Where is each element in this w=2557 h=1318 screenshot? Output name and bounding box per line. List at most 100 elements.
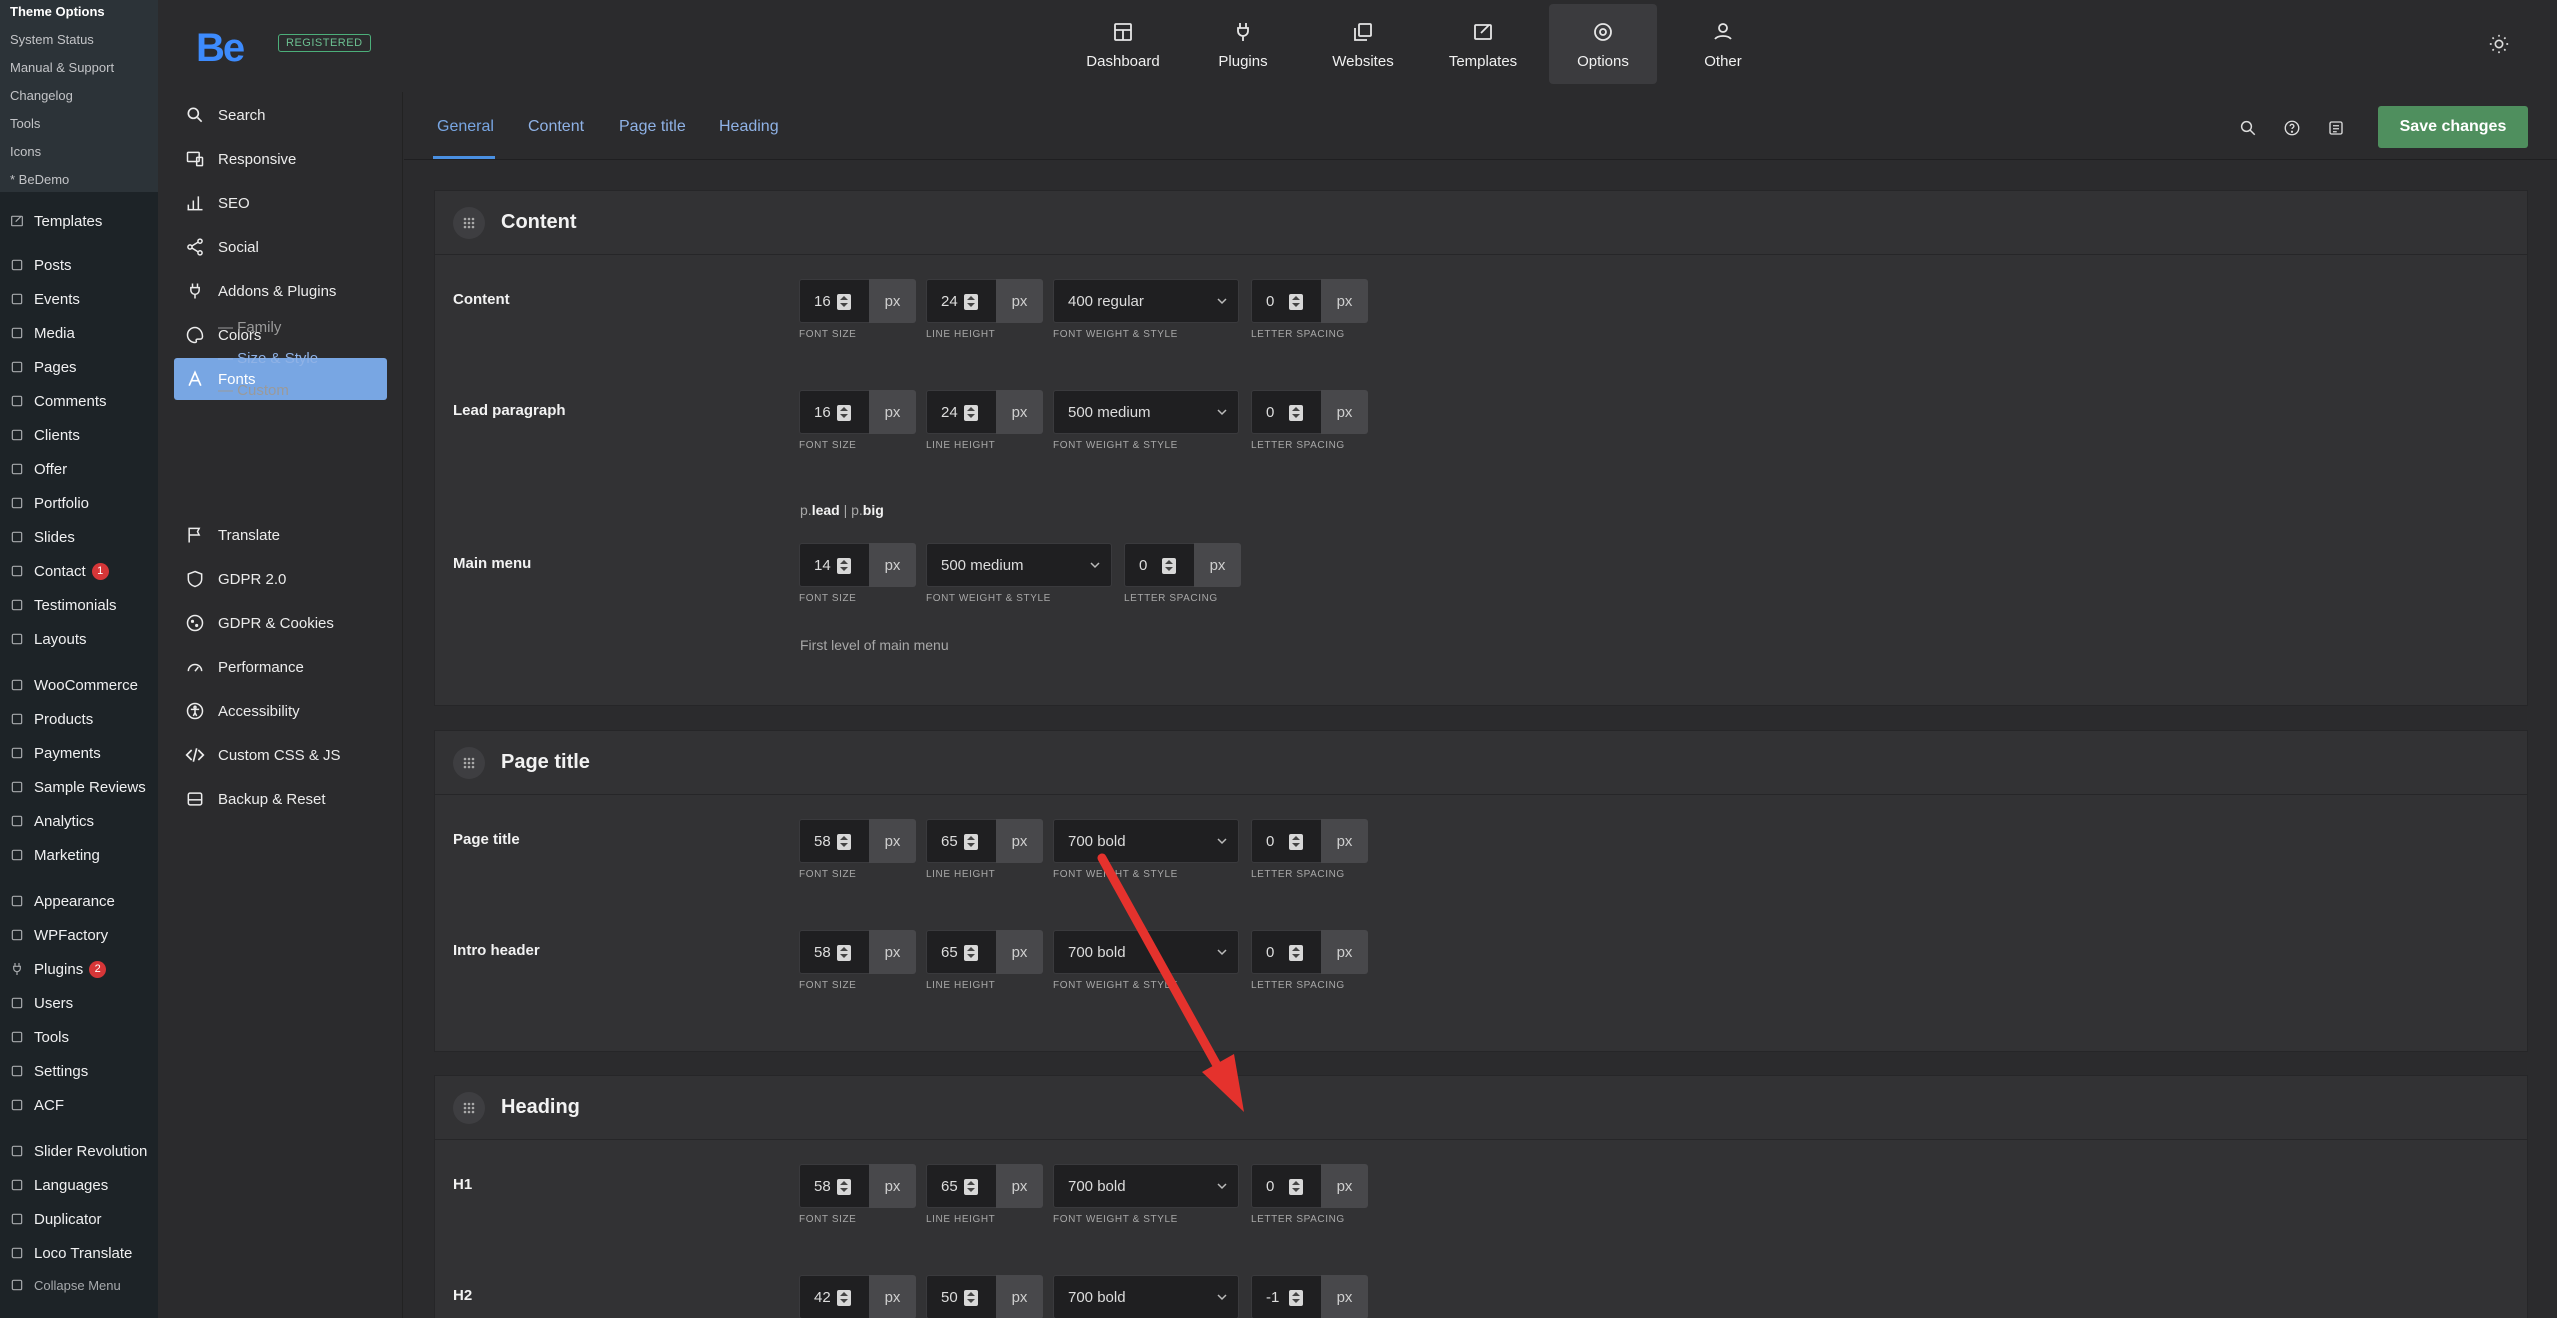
stepper-icon[interactable] (1289, 1179, 1303, 1195)
wp-menu-slides[interactable]: Slides (8, 524, 158, 550)
options-nav-performance[interactable]: Performance (174, 646, 387, 688)
wp-menu-clients[interactable]: Clients (8, 422, 158, 448)
stepper-icon[interactable] (1289, 945, 1303, 961)
wp-menu-analytics[interactable]: Analytics (8, 808, 158, 834)
font-size-field-input[interactable]: 14 (799, 543, 869, 587)
wp-menu-loco-translate[interactable]: Loco Translate (8, 1240, 158, 1266)
options-nav-backup-reset[interactable]: Backup & Reset (174, 778, 387, 820)
options-nav-responsive[interactable]: Responsive (174, 138, 387, 180)
stepper-icon[interactable] (837, 405, 851, 421)
line-height-field-input[interactable]: 65 (926, 1164, 996, 1208)
submenu-tools[interactable]: Tools (10, 116, 40, 131)
font-weight-select[interactable]: 700 bold (1053, 1275, 1239, 1318)
wp-menu-templates[interactable]: Templates (8, 208, 158, 234)
letter-spacing-field-input[interactable]: 0 (1251, 390, 1321, 434)
options-nav-accessibility[interactable]: Accessibility (174, 690, 387, 732)
font-weight-select[interactable]: 700 bold (1053, 930, 1239, 974)
wp-menu-media[interactable]: Media (8, 320, 158, 346)
font-size-field-input[interactable]: 58 (799, 930, 869, 974)
wp-menu-settings[interactable]: Settings (8, 1058, 158, 1084)
wp-menu-collapse-menu[interactable]: Collapse Menu (8, 1272, 158, 1298)
line-height-field-input[interactable]: 24 (926, 279, 996, 323)
submenu-system-status[interactable]: System Status (10, 32, 94, 47)
be-logo[interactable]: Be (196, 26, 245, 71)
fonts-sub-size-style[interactable]: — Size & Style (218, 350, 318, 367)
stepper-icon[interactable] (1289, 294, 1303, 310)
wp-menu-duplicator[interactable]: Duplicator (8, 1206, 158, 1232)
submenu-changelog[interactable]: Changelog (10, 88, 73, 103)
sun-icon[interactable] (2485, 30, 2513, 58)
wp-menu-plugins[interactable]: Plugins 2 (8, 956, 158, 982)
drag-handle-icon[interactable] (453, 747, 485, 779)
tab-general[interactable]: General (437, 118, 494, 136)
tab-heading[interactable]: Heading (719, 118, 779, 136)
letter-spacing-field-input[interactable]: 0 (1251, 1164, 1321, 1208)
drag-handle-icon[interactable] (453, 207, 485, 239)
wp-menu-payments[interactable]: Payments (8, 740, 158, 766)
font-size-field-input[interactable]: 16 (799, 390, 869, 434)
stepper-icon[interactable] (1289, 1290, 1303, 1306)
options-nav-addons-plugins[interactable]: Addons & Plugins (174, 270, 387, 312)
wp-menu-posts[interactable]: Posts (8, 252, 158, 278)
stepper-icon[interactable] (837, 294, 851, 310)
tab-content[interactable]: Content (528, 118, 584, 136)
stepper-icon[interactable] (837, 834, 851, 850)
help-icon[interactable] (2278, 114, 2306, 142)
stepper-icon[interactable] (837, 558, 851, 574)
letter-spacing-field-input[interactable]: -1 (1251, 1275, 1321, 1318)
line-height-field-input[interactable]: 50 (926, 1275, 996, 1318)
stepper-icon[interactable] (1289, 405, 1303, 421)
wp-menu-tools[interactable]: Tools (8, 1024, 158, 1050)
notes-icon[interactable] (2322, 114, 2350, 142)
submenu-bedemo[interactable]: * BeDemo (10, 172, 69, 187)
wp-menu-appearance[interactable]: Appearance (8, 888, 158, 914)
font-weight-select[interactable]: 700 bold (1053, 1164, 1239, 1208)
options-nav-translate[interactable]: Translate (174, 514, 387, 556)
options-nav-seo[interactable]: SEO (174, 182, 387, 224)
top-tab-plugins[interactable]: Plugins (1189, 4, 1297, 84)
line-height-field-input[interactable]: 24 (926, 390, 996, 434)
top-tab-other[interactable]: Other (1669, 4, 1777, 84)
wp-menu-sample-reviews[interactable]: Sample Reviews (8, 774, 158, 800)
wp-menu-pages[interactable]: Pages (8, 354, 158, 380)
search-icon[interactable] (2234, 114, 2262, 142)
top-tab-options[interactable]: Options (1549, 4, 1657, 84)
submenu-manual-support[interactable]: Manual & Support (10, 60, 114, 75)
stepper-icon[interactable] (964, 1290, 978, 1306)
font-weight-select[interactable]: 500 medium (1053, 390, 1239, 434)
wp-menu-wpfactory[interactable]: WPFactory (8, 922, 158, 948)
stepper-icon[interactable] (837, 1179, 851, 1195)
stepper-icon[interactable] (964, 1179, 978, 1195)
wp-menu-layouts[interactable]: Layouts (8, 626, 158, 652)
top-tab-dashboard[interactable]: Dashboard (1069, 4, 1177, 84)
line-height-field-input[interactable]: 65 (926, 930, 996, 974)
stepper-icon[interactable] (964, 405, 978, 421)
font-size-field-input[interactable]: 58 (799, 819, 869, 863)
options-nav-social[interactable]: Social (174, 226, 387, 268)
stepper-icon[interactable] (964, 834, 978, 850)
stepper-icon[interactable] (837, 945, 851, 961)
font-size-field-input[interactable]: 58 (799, 1164, 869, 1208)
wp-menu-testimonials[interactable]: Testimonials (8, 592, 158, 618)
wp-menu-contact[interactable]: Contact 1 (8, 558, 158, 584)
wp-menu-slider-revolution[interactable]: Slider Revolution (8, 1138, 158, 1164)
stepper-icon[interactable] (837, 1290, 851, 1306)
options-nav-gdpr-2-0[interactable]: GDPR 2.0 (174, 558, 387, 600)
submenu-theme-options[interactable]: Theme Options (10, 4, 105, 19)
letter-spacing-field-input[interactable]: 0 (1124, 543, 1194, 587)
letter-spacing-field-input[interactable]: 0 (1251, 279, 1321, 323)
line-height-field-input[interactable]: 65 (926, 819, 996, 863)
letter-spacing-field-input[interactable]: 0 (1251, 930, 1321, 974)
wp-menu-users[interactable]: Users (8, 990, 158, 1016)
font-size-field-input[interactable]: 16 (799, 279, 869, 323)
wp-menu-offer[interactable]: Offer (8, 456, 158, 482)
stepper-icon[interactable] (1162, 558, 1176, 574)
font-size-field-input[interactable]: 42 (799, 1275, 869, 1318)
fonts-sub-family[interactable]: — Family (218, 319, 281, 336)
wp-menu-comments[interactable]: Comments (8, 388, 158, 414)
stepper-icon[interactable] (1289, 834, 1303, 850)
wp-menu-events[interactable]: Events (8, 286, 158, 312)
drag-handle-icon[interactable] (453, 1092, 485, 1124)
save-changes-button[interactable]: Save changes (2378, 106, 2528, 148)
wp-menu-products[interactable]: Products (8, 706, 158, 732)
